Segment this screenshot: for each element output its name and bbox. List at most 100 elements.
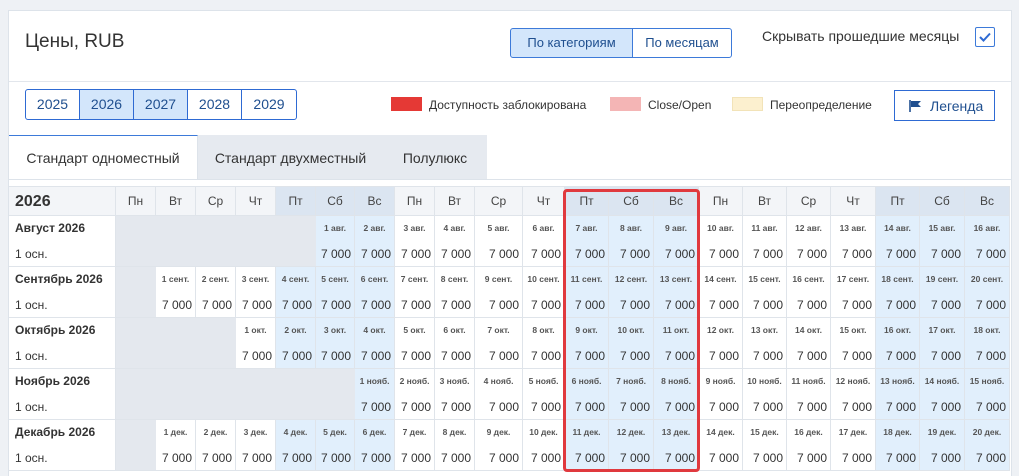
price-cell[interactable]: 7 000 (276, 292, 316, 318)
price-cell[interactable]: 7 000 (435, 343, 475, 369)
year-button-2027[interactable]: 2027 (133, 89, 188, 120)
price-cell[interactable]: 7 000 (831, 343, 876, 369)
price-cell[interactable]: 7 000 (920, 394, 965, 420)
price-cell[interactable]: 7 000 (565, 292, 609, 318)
price-cell[interactable]: 7 000 (355, 292, 395, 318)
price-cell[interactable]: 7 000 (920, 292, 965, 318)
price-cell[interactable]: 7 000 (395, 394, 435, 420)
price-cell[interactable]: 7 000 (395, 292, 435, 318)
price-cell[interactable]: 7 000 (565, 394, 609, 420)
price-cell[interactable]: 7 000 (276, 343, 316, 369)
price-cell[interactable]: 7 000 (355, 241, 395, 267)
price-cell[interactable]: 7 000 (743, 241, 787, 267)
price-cell[interactable]: 7 000 (196, 445, 236, 471)
price-cell[interactable]: 7 000 (699, 445, 743, 471)
price-cell[interactable]: 7 000 (316, 292, 355, 318)
price-cell[interactable]: 7 000 (699, 394, 743, 420)
year-button-2026[interactable]: 2026 (79, 89, 134, 120)
price-cell[interactable]: 7 000 (831, 292, 876, 318)
price-cell[interactable]: 7 000 (276, 445, 316, 471)
price-cell[interactable]: 7 000 (654, 292, 699, 318)
price-cell[interactable]: 7 000 (523, 292, 565, 318)
price-cell[interactable]: 7 000 (609, 343, 654, 369)
view-by-month-button[interactable]: По месяцам (632, 28, 732, 58)
price-cell[interactable]: 7 000 (831, 445, 876, 471)
price-cell[interactable]: 7 000 (831, 394, 876, 420)
price-cell[interactable]: 7 000 (920, 445, 965, 471)
price-cell[interactable]: 7 000 (475, 445, 523, 471)
price-cell[interactable]: 7 000 (965, 241, 1010, 267)
price-cell[interactable]: 7 000 (699, 343, 743, 369)
price-cell[interactable]: 7 000 (475, 343, 523, 369)
year-button-2029[interactable]: 2029 (241, 89, 297, 120)
price-cell[interactable]: 7 000 (787, 292, 831, 318)
year-button-2025[interactable]: 2025 (25, 89, 80, 120)
price-cell[interactable]: 7 000 (435, 445, 475, 471)
price-cell[interactable]: 7 000 (355, 343, 395, 369)
price-cell[interactable]: 7 000 (699, 292, 743, 318)
price-cell[interactable]: 7 000 (654, 445, 699, 471)
price-cell[interactable]: 7 000 (609, 445, 654, 471)
price-cell[interactable]: 7 000 (523, 343, 565, 369)
price-cell[interactable]: 7 000 (156, 445, 196, 471)
price-cell[interactable]: 7 000 (920, 343, 965, 369)
price-cell[interactable]: 7 000 (743, 445, 787, 471)
price-cell[interactable]: 7 000 (236, 292, 276, 318)
price-cell[interactable]: 7 000 (565, 343, 609, 369)
price-cell[interactable]: 7 000 (965, 343, 1010, 369)
price-cell[interactable]: 7 000 (831, 241, 876, 267)
price-cell[interactable]: 7 000 (395, 445, 435, 471)
price-cell[interactable]: 7 000 (196, 292, 236, 318)
price-cell[interactable]: 7 000 (876, 241, 920, 267)
price-cell[interactable]: 7 000 (654, 394, 699, 420)
price-cell[interactable]: 7 000 (876, 292, 920, 318)
legend-button[interactable]: Легенда (894, 90, 995, 121)
price-cell[interactable]: 7 000 (395, 343, 435, 369)
price-cell[interactable]: 7 000 (654, 241, 699, 267)
price-cell[interactable]: 7 000 (395, 241, 435, 267)
price-cell[interactable]: 7 000 (743, 292, 787, 318)
price-cell[interactable]: 7 000 (609, 292, 654, 318)
price-cell[interactable]: 7 000 (743, 343, 787, 369)
price-cell[interactable]: 7 000 (316, 343, 355, 369)
price-cell[interactable]: 7 000 (787, 343, 831, 369)
price-cell[interactable]: 7 000 (236, 343, 276, 369)
price-cell[interactable]: 7 000 (876, 445, 920, 471)
price-cell[interactable]: 7 000 (475, 292, 523, 318)
price-cell[interactable]: 7 000 (654, 343, 699, 369)
price-cell[interactable]: 7 000 (475, 394, 523, 420)
price-cell[interactable]: 7 000 (965, 292, 1010, 318)
price-cell[interactable]: 7 000 (316, 241, 355, 267)
year-button-2028[interactable]: 2028 (187, 89, 242, 120)
price-cell[interactable]: 7 000 (787, 394, 831, 420)
price-cell[interactable]: 7 000 (609, 241, 654, 267)
price-cell[interactable]: 7 000 (965, 445, 1010, 471)
price-cell[interactable]: 7 000 (355, 394, 395, 420)
price-cell[interactable]: 7 000 (156, 292, 196, 318)
price-cell[interactable]: 7 000 (565, 241, 609, 267)
price-cell[interactable]: 7 000 (435, 394, 475, 420)
price-cell[interactable]: 7 000 (787, 445, 831, 471)
price-cell[interactable]: 7 000 (876, 343, 920, 369)
price-cell[interactable]: 7 000 (876, 394, 920, 420)
view-by-category-button[interactable]: По категориям (510, 28, 633, 58)
price-cell[interactable]: 7 000 (743, 394, 787, 420)
price-cell[interactable]: 7 000 (920, 241, 965, 267)
price-cell[interactable]: 7 000 (565, 445, 609, 471)
price-cell[interactable]: 7 000 (355, 445, 395, 471)
price-cell[interactable]: 7 000 (699, 241, 743, 267)
tab-standard-double[interactable]: Стандарт двухместный (198, 135, 383, 180)
price-cell[interactable]: 7 000 (609, 394, 654, 420)
price-cell[interactable]: 7 000 (523, 394, 565, 420)
tab-standard-single[interactable]: Стандарт одноместный (9, 135, 198, 180)
price-cell[interactable]: 7 000 (475, 241, 523, 267)
price-cell[interactable]: 7 000 (316, 445, 355, 471)
price-cell[interactable]: 7 000 (523, 241, 565, 267)
price-cell[interactable]: 7 000 (435, 292, 475, 318)
hide-past-months-checkbox[interactable] (975, 27, 995, 47)
price-cell[interactable]: 7 000 (236, 445, 276, 471)
price-cell[interactable]: 7 000 (965, 394, 1010, 420)
price-cell[interactable]: 7 000 (787, 241, 831, 267)
tab-junior-suite[interactable]: Полулюкс (383, 135, 487, 180)
price-cell[interactable]: 7 000 (523, 445, 565, 471)
